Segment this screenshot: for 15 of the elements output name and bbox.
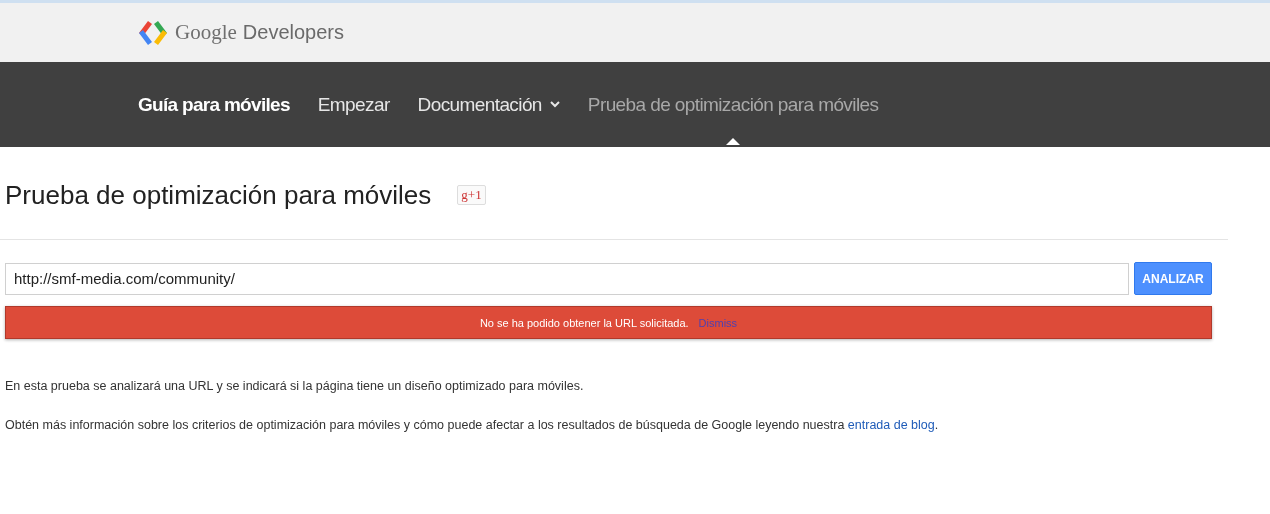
description-text: Obtén más información sobre los criterios de optimización para móviles y cómo puede afectar a los resultados de búsqueda de Google leyendo nuestra entrada de blog.: [5, 418, 940, 432]
error-message: No se ha podido obtener la URL solicitada.: [479, 316, 689, 329]
nav-link[interactable]: Empezar: [317, 89, 390, 120]
nav-link[interactable]: Prueba de optimización para móviles: [587, 89, 879, 120]
url-field[interactable]: http://smf-media.com/community/: [5, 262, 1129, 295]
page-title: Prueba de optimización para móviles: [5, 179, 432, 211]
logo-icon: [137, 18, 169, 47]
logo-text: Google: [175, 20, 237, 45]
description-text: En esta prueba se analizará una URL y se indicará si la página tiene un diseño optimizado para móviles.: [5, 379, 585, 393]
selection-pointer: [726, 137, 741, 145]
blog-link[interactable]: entrada de blog: [847, 418, 935, 432]
plus-one-button[interactable]: g+1: [457, 185, 486, 205]
nav-link[interactable]: Guía para móviles: [138, 89, 290, 120]
nav-link[interactable]: Documentación: [417, 89, 560, 120]
logo-text: Developers: [242, 21, 344, 44]
